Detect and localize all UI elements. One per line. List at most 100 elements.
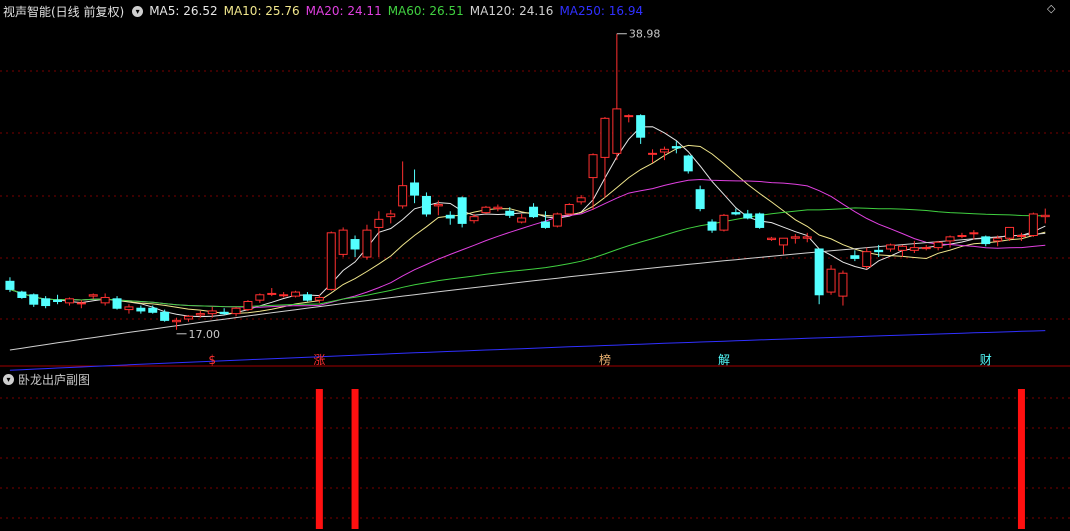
candle-body bbox=[874, 249, 884, 253]
candle bbox=[576, 195, 586, 205]
candle bbox=[850, 250, 860, 262]
ma120-line bbox=[9, 232, 1046, 351]
low-price-label: 17.00 bbox=[189, 328, 221, 341]
candle-body bbox=[17, 291, 27, 298]
event-marker: 解 bbox=[718, 353, 730, 367]
candle-body bbox=[398, 185, 408, 207]
candle-body bbox=[778, 237, 788, 246]
candle-body bbox=[421, 195, 431, 215]
candle bbox=[291, 290, 301, 298]
candle-body bbox=[76, 302, 86, 305]
candle bbox=[350, 235, 360, 258]
candle bbox=[100, 293, 110, 306]
candle-body bbox=[755, 213, 765, 228]
candle-body bbox=[1040, 214, 1050, 218]
candle bbox=[1005, 226, 1015, 241]
candle bbox=[457, 196, 467, 228]
candle bbox=[588, 153, 598, 210]
candle bbox=[172, 317, 182, 330]
candle-body bbox=[243, 301, 253, 311]
candle bbox=[838, 270, 848, 306]
candle bbox=[17, 290, 27, 299]
candle-body bbox=[5, 280, 15, 290]
candle-body bbox=[624, 115, 634, 118]
sub-indicator-bars bbox=[315, 389, 1025, 529]
candle-body bbox=[314, 296, 324, 301]
ma5-line bbox=[9, 126, 1046, 318]
candle bbox=[398, 161, 408, 209]
candle-body bbox=[183, 315, 193, 320]
candle-body bbox=[124, 306, 134, 311]
candle-body bbox=[517, 217, 527, 223]
candle-body bbox=[612, 108, 622, 154]
candle bbox=[64, 297, 74, 306]
candle bbox=[326, 231, 336, 291]
candle-body bbox=[88, 294, 98, 297]
candle-body bbox=[326, 232, 336, 290]
candle-body bbox=[374, 218, 384, 228]
candle-body bbox=[767, 237, 777, 241]
candle bbox=[767, 236, 777, 241]
candle-body bbox=[659, 148, 669, 153]
candle bbox=[112, 296, 122, 310]
candle bbox=[255, 293, 265, 303]
candle bbox=[124, 304, 134, 314]
candle bbox=[897, 244, 907, 258]
candle-body bbox=[576, 197, 586, 203]
ma60-line bbox=[9, 207, 1046, 308]
candle bbox=[743, 209, 753, 220]
candle bbox=[683, 154, 693, 174]
candle-body bbox=[552, 213, 562, 227]
candle-body bbox=[112, 298, 122, 309]
candle bbox=[529, 203, 539, 218]
candle bbox=[481, 205, 491, 214]
candle-body bbox=[338, 229, 348, 255]
candle-body bbox=[195, 313, 205, 316]
candle-body bbox=[731, 212, 741, 215]
candle bbox=[5, 277, 15, 293]
candle bbox=[909, 240, 919, 254]
candle-body bbox=[1005, 226, 1015, 239]
ma20-line bbox=[9, 178, 1046, 308]
candle-body bbox=[886, 244, 896, 250]
event-marker: 财 bbox=[980, 353, 992, 367]
candle-body bbox=[933, 241, 943, 249]
candle bbox=[29, 293, 39, 307]
candle-body bbox=[921, 247, 931, 250]
candle-body bbox=[255, 294, 265, 301]
candle-body bbox=[291, 291, 301, 297]
candle-body bbox=[743, 213, 753, 219]
candle-body bbox=[267, 292, 277, 295]
candle-body bbox=[172, 319, 182, 323]
candle bbox=[243, 300, 253, 311]
candle bbox=[374, 211, 384, 258]
candle-body bbox=[386, 213, 396, 218]
candle bbox=[421, 192, 431, 217]
event-markers: $ 涨 榜 解 财 bbox=[208, 352, 991, 367]
candle-body bbox=[600, 117, 610, 158]
candle bbox=[957, 232, 967, 239]
candle-body bbox=[219, 311, 229, 315]
candle bbox=[790, 234, 800, 244]
candle-body bbox=[802, 236, 812, 239]
candle-body bbox=[945, 236, 955, 242]
candle bbox=[755, 212, 765, 229]
candle-body bbox=[826, 268, 836, 293]
candle-body bbox=[160, 311, 170, 321]
candle-body bbox=[671, 146, 681, 149]
candle-body bbox=[969, 232, 979, 235]
candlestick-chart[interactable]: 38.98 17.00 $ 涨 榜 解 财 bbox=[0, 0, 1070, 531]
candle bbox=[862, 247, 872, 270]
candle-body bbox=[505, 210, 515, 216]
candle bbox=[719, 213, 729, 232]
candle-body bbox=[981, 236, 991, 245]
candle bbox=[279, 292, 289, 298]
candle-body bbox=[695, 189, 705, 210]
candle-body bbox=[231, 307, 241, 315]
candle-body bbox=[814, 248, 824, 296]
grid-lines bbox=[0, 70, 1070, 519]
candle-body bbox=[29, 294, 39, 305]
candle bbox=[314, 294, 324, 303]
signal-bar bbox=[351, 389, 359, 529]
candle-body bbox=[493, 206, 503, 210]
